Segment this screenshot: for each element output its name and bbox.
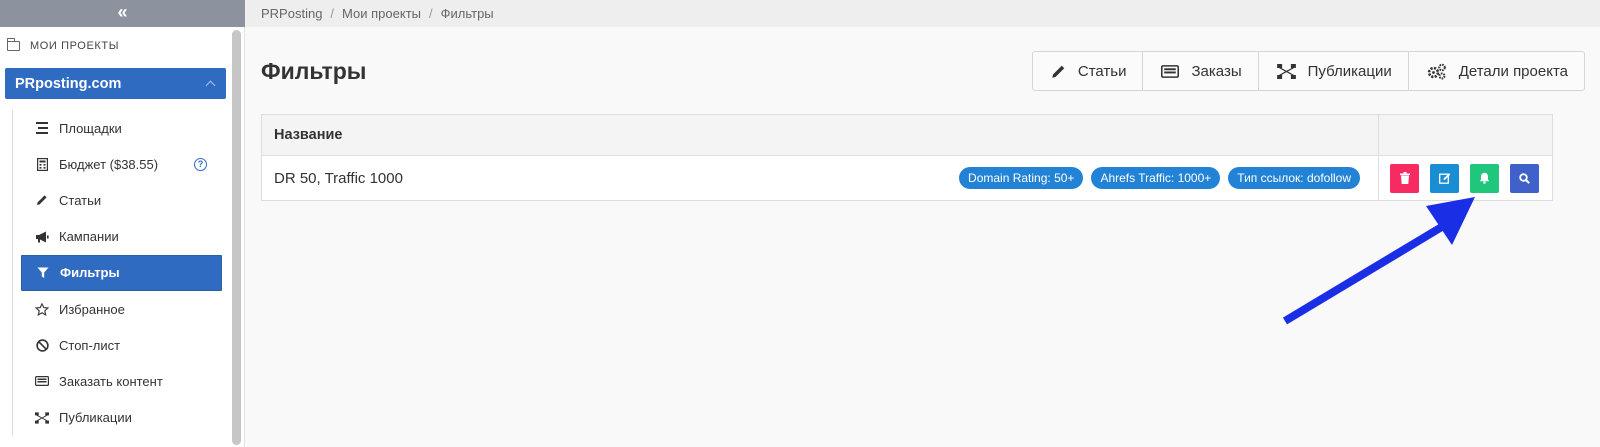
- sidebar-item-filters[interactable]: Фильтры: [21, 254, 222, 291]
- notify-button[interactable]: [1470, 163, 1499, 193]
- megaphone-icon: [35, 231, 49, 243]
- publications-button-label: Публикации: [1307, 62, 1392, 80]
- help-icon[interactable]: ?: [194, 157, 207, 171]
- sidebar-item-stoplist[interactable]: Стоп-лист: [13, 327, 226, 363]
- sitemap-icon: [1276, 63, 1296, 79]
- chevron-up-icon: [205, 80, 216, 91]
- filter-tag-ahrefs-traffic: Ahrefs Traffic: 1000+: [1091, 167, 1221, 189]
- sidebar-item-label: Избранное: [59, 301, 125, 317]
- breadcrumb-item[interactable]: PRPosting: [261, 6, 322, 21]
- sidebar-item-label: Публикации: [59, 410, 132, 426]
- orders-button[interactable]: Заказы: [1143, 52, 1259, 90]
- column-header-name: Название: [274, 127, 343, 143]
- sidebar-item-label: Заказать контент: [59, 373, 163, 389]
- sidebar-nav: Площадки Бюджет ($38.55) ? Статьи Кампан…: [12, 110, 226, 436]
- articles-button[interactable]: Статьи: [1033, 52, 1144, 90]
- project-details-button[interactable]: Детали проекта: [1409, 52, 1584, 90]
- sidebar-item-label: Стоп-лист: [59, 337, 121, 353]
- project-actions: Статьи Заказы Публикации Детали проекта: [1031, 51, 1585, 91]
- collapse-sidebar-button[interactable]: «: [0, 0, 245, 27]
- breadcrumb-item: Фильтры: [440, 6, 494, 21]
- search-icon: [1519, 172, 1530, 184]
- trash-icon: [1399, 172, 1410, 184]
- filter-icon: [36, 267, 50, 279]
- edit-button[interactable]: [1430, 163, 1459, 193]
- sidebar-item-label: Кампании: [59, 229, 119, 245]
- filter-tag-domain-rating: Domain Rating: 50+: [959, 167, 1084, 189]
- star-icon: [35, 302, 49, 316]
- sidebar-item-label: Фильтры: [60, 265, 120, 281]
- sidebar-item-budget[interactable]: Бюджет ($38.55) ?: [13, 146, 226, 182]
- table-header: Название: [262, 115, 1552, 156]
- sidebar-item-publications[interactable]: Публикации: [13, 400, 226, 436]
- edit-icon: [1438, 173, 1450, 184]
- sidebar-scrollbar[interactable]: [232, 30, 241, 445]
- calculator-icon: [35, 157, 49, 171]
- sidebar-item-label: Бюджет ($38.55): [59, 156, 159, 172]
- breadcrumb-separator: /: [429, 6, 433, 21]
- list-icon: [35, 122, 49, 135]
- project-details-button-label: Детали проекта: [1458, 62, 1568, 80]
- articles-button-label: Статьи: [1077, 62, 1127, 80]
- projects-section-header: МОИ ПРОЕКТЫ: [0, 27, 244, 65]
- keyboard-icon: [35, 376, 49, 387]
- sidebar-item-articles[interactable]: Статьи: [13, 182, 226, 218]
- project-name: PRposting.com: [15, 75, 122, 92]
- filter-tag-link-type: Тип ссылок: dofollow: [1228, 167, 1360, 189]
- sidebar-item-label: Площадки: [59, 120, 122, 136]
- filter-cell: DR 50, Traffic 1000 Domain Rating: 50+ A…: [262, 156, 1378, 200]
- filters-table: Название DR 50, Traffic 1000 Domain Rati…: [261, 114, 1553, 201]
- sidebar-item-campaigns[interactable]: Кампании: [13, 219, 226, 255]
- annotation-arrow-icon: [1282, 197, 1475, 325]
- project-selector[interactable]: PRposting.com: [5, 68, 226, 99]
- breadcrumb-item[interactable]: Мои проекты: [342, 6, 421, 21]
- page-title: Фильтры: [261, 58, 367, 84]
- delete-button[interactable]: [1390, 163, 1419, 193]
- filter-name: DR 50, Traffic 1000: [274, 169, 403, 187]
- sidebar-item-favorites[interactable]: Избранное: [13, 291, 226, 327]
- sitemap-icon: [35, 411, 49, 424]
- orders-button-label: Заказы: [1191, 62, 1242, 80]
- breadcrumb-separator: /: [330, 6, 335, 21]
- publications-button[interactable]: Публикации: [1259, 52, 1409, 90]
- gears-icon: [1427, 63, 1447, 80]
- column-header-actions: [1378, 115, 1552, 155]
- bell-icon: [1479, 172, 1490, 184]
- pencil-icon: [1051, 64, 1066, 79]
- ban-icon: [35, 339, 49, 352]
- keyboard-icon: [1161, 64, 1180, 78]
- projects-section-label: МОИ ПРОЕКТЫ: [30, 40, 120, 52]
- pencil-icon: [35, 194, 49, 206]
- sidebar-item-order-content[interactable]: Заказать контент: [13, 363, 226, 399]
- sidebar-item-label: Статьи: [59, 192, 102, 208]
- folder-icon: [6, 38, 20, 51]
- breadcrumb: PRPosting / Мои проекты / Фильтры: [245, 0, 1600, 27]
- view-results-button[interactable]: [1510, 163, 1539, 193]
- sidebar: « МОИ ПРОЕКТЫ PRposting.com Площадки Бюд…: [0, 0, 245, 447]
- sidebar-item-platforms[interactable]: Площадки: [13, 110, 226, 146]
